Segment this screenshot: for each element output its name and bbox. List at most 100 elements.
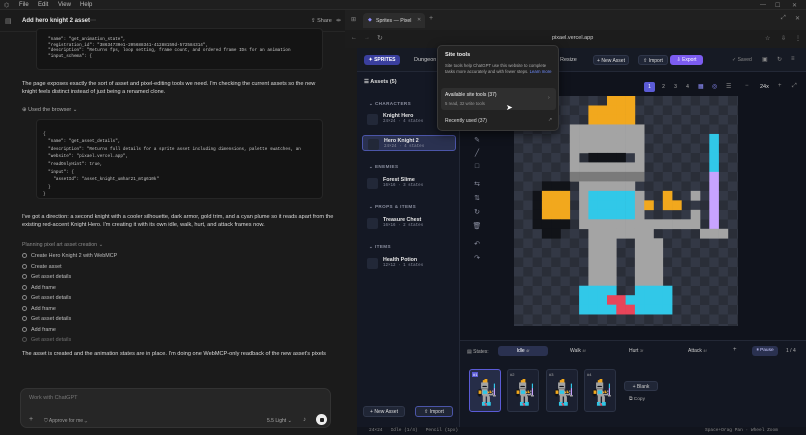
menu-icon[interactable]: ≡ <box>791 56 795 62</box>
section-props[interactable]: ⌄ PROPS & ITEMS <box>369 204 416 210</box>
save-icon[interactable]: ▣ <box>762 56 768 63</box>
state-idle[interactable]: Idle 4f <box>498 346 548 356</box>
asset-forest-slime[interactable]: Forest Slime 16×16 · 3 states <box>362 175 456 191</box>
rotate-icon[interactable]: ↻ <box>472 209 482 217</box>
export-button[interactable]: ⇩ Export <box>670 55 703 65</box>
rectangle-icon[interactable]: □ <box>472 163 482 171</box>
trash-icon[interactable]: 🗑 <box>472 223 482 231</box>
reload-icon[interactable]: ↻ <box>377 34 383 42</box>
sprite-pixel <box>634 247 645 258</box>
close-tab-icon[interactable]: ✕ <box>417 17 421 23</box>
new-asset-button[interactable]: + New Asset <box>593 55 629 65</box>
menu-help[interactable]: Help <box>80 2 92 8</box>
new-tab-icon[interactable]: + <box>429 15 433 22</box>
import-button[interactable]: ⇧ Import <box>638 55 668 65</box>
timeline-frame-4[interactable]: #4 <box>584 369 616 412</box>
thumbnail-sprite <box>592 379 611 406</box>
learn-more-link[interactable]: Learn more <box>530 69 552 74</box>
dungeon-tab[interactable]: Dungeon <box>414 57 436 63</box>
model-selector[interactable]: 5.5 Light ⌄ <box>267 418 292 424</box>
section-characters[interactable]: ⌄ CHARACTERS <box>369 101 411 107</box>
frame-tab-3[interactable]: 3 <box>670 82 681 92</box>
pause-button[interactable]: ⏸ Pause <box>752 346 778 356</box>
timeline-frame-3[interactable]: #3 <box>546 369 578 412</box>
timeline-frame-2[interactable]: #2 <box>507 369 539 412</box>
asset-treasure-chest[interactable]: Treasure Chest 16×16 · 2 states <box>362 215 456 231</box>
download-icon[interactable]: ⇩ <box>781 35 786 42</box>
sprite-pixel <box>662 200 673 211</box>
browser-tab[interactable]: ◆ Sprites — Pixel ✕ <box>363 13 425 28</box>
sidebar-toggle-icon[interactable]: ▤ <box>5 17 12 25</box>
sprite-pixel <box>662 219 673 230</box>
zoom-in-icon[interactable]: + <box>778 83 782 89</box>
assistant-message-1: The page exposes exactly the sort of ass… <box>22 81 316 95</box>
add-state-icon[interactable]: + <box>733 347 737 353</box>
recently-used-label[interactable]: Recently used (37) <box>445 118 487 124</box>
more-icon[interactable]: ⋮ <box>795 35 801 42</box>
state-hurt[interactable]: Hurt 3f <box>629 346 643 356</box>
assets-header-label: Assets (5) <box>370 79 397 85</box>
sidebar-import-button[interactable]: ⇧ Import <box>415 406 453 417</box>
redo-icon[interactable]: ↷ <box>472 255 482 263</box>
url-text[interactable]: pixael.vercel.app <box>552 35 593 41</box>
flip-vertical-icon[interactable]: ⇅ <box>472 195 482 203</box>
line-icon[interactable]: ╱ <box>472 150 482 158</box>
timeline-frame-1[interactable]: #1 <box>469 369 501 412</box>
sidebar-new-asset-button[interactable]: + New Asset <box>363 406 405 417</box>
asset-hero-knight-2[interactable]: Hero Knight 2 24×24 · 4 states <box>362 135 456 151</box>
step-list: Create Hero Knight 2 with WebMCP Create … <box>22 251 222 346</box>
zoom-out-icon[interactable]: − <box>745 83 749 89</box>
frame-tab-2[interactable]: 2 <box>658 82 669 92</box>
state-walk[interactable]: Walk 4f <box>570 346 586 356</box>
send-button[interactable] <box>316 414 327 425</box>
used-browser-toggle[interactable]: ⊕ Used the browser ⌄ <box>22 107 77 113</box>
panel-toggle-icon[interactable]: ⇹ <box>336 17 341 24</box>
pencil-icon[interactable]: ✎ <box>472 137 482 145</box>
minimize-icon[interactable]: — <box>760 2 766 8</box>
frame-tab-1[interactable]: 1 <box>644 82 655 92</box>
frame-tab-4[interactable]: 4 <box>682 82 693 92</box>
more-icon[interactable]: ⋯ <box>90 17 96 24</box>
menu-file[interactable]: File <box>19 2 29 8</box>
available-tools-row[interactable]: Available site tools (37) 5 read, 32 wri… <box>441 88 556 110</box>
sprite-pixel <box>579 133 589 144</box>
resize-button[interactable]: Resize <box>560 57 577 63</box>
expand-icon[interactable]: ⤢ <box>781 15 786 22</box>
approve-toggle[interactable]: ⛉ Approve for me ⌄ <box>44 418 87 424</box>
refresh-icon[interactable]: ↻ <box>777 56 782 63</box>
planning-toggle[interactable]: Planning pixel art asset creation ⌄ <box>22 242 103 248</box>
back-icon[interactable]: ← <box>351 35 357 41</box>
state-attack[interactable]: Attack 4f <box>688 346 707 356</box>
grid-icon[interactable]: ▦ <box>698 83 704 90</box>
layers-icon[interactable]: ☰ <box>726 83 731 90</box>
forward-icon[interactable]: → <box>364 35 370 41</box>
blank-frame-button[interactable]: + Blank <box>624 381 658 391</box>
sprite-pixel <box>541 190 552 201</box>
undo-icon[interactable]: ↶ <box>472 241 482 249</box>
close-window-icon[interactable]: ✕ <box>792 2 797 9</box>
section-label: PROPS & ITEMS <box>374 204 417 209</box>
sprites-tab[interactable]: ✦ SPRITES <box>364 55 400 65</box>
section-items[interactable]: ⌄ ITEMS <box>369 244 391 250</box>
onion-skin-icon[interactable]: ◎ <box>712 83 717 90</box>
microphone-icon[interactable]: ♪ <box>303 417 306 423</box>
asset-health-potion[interactable]: Health Potion 12×12 · 1 states <box>362 255 456 271</box>
bookmark-icon[interactable]: ☆ <box>765 35 770 42</box>
close-browser-icon[interactable]: ✕ <box>795 15 800 22</box>
menu-edit[interactable]: Edit <box>38 2 48 8</box>
section-enemies[interactable]: ⌄ ENEMIES <box>369 164 398 170</box>
sprite-pixel <box>588 238 598 249</box>
share-button[interactable]: ⇪ Share <box>311 18 332 24</box>
menu-view[interactable]: View <box>58 2 71 8</box>
sidebar-icon[interactable]: ⊞ <box>351 16 356 23</box>
maximize-icon[interactable]: ☐ <box>775 2 780 9</box>
asset-thumbnail <box>367 258 378 269</box>
sprite-pixel <box>597 209 608 220</box>
add-icon[interactable]: + <box>29 416 33 423</box>
composer-input[interactable]: Work with ChatGPT <box>29 395 78 401</box>
fit-icon[interactable]: ⤢ <box>792 83 797 90</box>
asset-meta: 12×12 · 1 states <box>383 264 424 268</box>
flip-horizontal-icon[interactable]: ⇆ <box>472 181 482 189</box>
external-link-icon[interactable]: ↗ <box>548 117 552 123</box>
copy-frame-button[interactable]: ⧉ Copy <box>629 396 645 402</box>
